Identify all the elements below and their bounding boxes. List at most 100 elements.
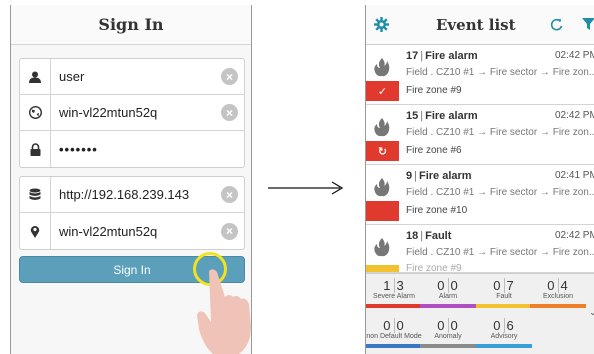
signin-title: Sign In [11, 5, 251, 45]
counter-value: 06 [476, 318, 532, 333]
counter-color-bar [476, 304, 532, 308]
counter-digit: 0 [491, 278, 505, 293]
counter-label: non Default Mode [366, 333, 422, 340]
check-icon: ✓ [377, 85, 388, 98]
counter-value: 13 [366, 278, 422, 293]
counter-color-bar [476, 344, 532, 348]
status-counter[interactable]: 00 Anomaly [420, 318, 476, 348]
counter-digit: 6 [506, 318, 515, 333]
counter-digit: 0 [435, 318, 449, 333]
event-list-header: Event list [366, 5, 594, 45]
counter-value: 07 [476, 278, 532, 293]
counter-label: Advisory [490, 333, 518, 340]
transition-arrow-icon [268, 181, 344, 195]
event-path: Field . CZ10 #1 → Fire sector → Fire zon… [406, 127, 594, 138]
event-row[interactable]: ✓ 17 | Fire alarm 02:42 PM Field . CZ10 #1… [366, 45, 594, 105]
event-number: 15 [406, 110, 419, 122]
counter-digit: 0 [435, 278, 449, 293]
status-counter[interactable]: 06 Advisory [476, 318, 532, 348]
counter-digit: 1 [381, 278, 395, 293]
domain-value[interactable]: win-vl22mtun52q [51, 105, 221, 120]
status-counter[interactable]: 04 Exclusion [530, 278, 586, 308]
event-time: 02:41 PM [555, 170, 594, 181]
counter-color-bar [530, 304, 586, 308]
reset-icon: ↻ [377, 145, 388, 158]
fire-icon [374, 58, 390, 77]
counter-color-bar [366, 344, 422, 348]
event-status-indicator[interactable]: ✓ [366, 81, 399, 101]
counter-digit: 0 [450, 278, 459, 293]
event-time: 02:42 PM [555, 110, 594, 121]
event-zone: Fire zone #9 [406, 263, 462, 273]
event-status-indicator[interactable] [366, 201, 399, 221]
counter-digit: 0 [396, 318, 405, 333]
event-number: 18 [406, 230, 419, 242]
refresh-icon[interactable] [550, 18, 563, 31]
event-zone: Fire zone #10 [406, 205, 468, 216]
credentials-group: user × win-vl22mtun52q × ••••••• [19, 58, 245, 168]
counter-label: Exclusion [543, 293, 573, 300]
clear-domain-icon[interactable]: × [221, 104, 238, 121]
counter-value: 04 [530, 278, 586, 293]
status-counter[interactable]: 00 non Default Mode [366, 318, 422, 348]
event-list-screen: Event list ✓ 17 | Fire alarm 02:42 PM Fiel… [365, 5, 594, 354]
counter-color-bar [420, 304, 476, 308]
counter-digit: 7 [506, 278, 515, 293]
counter-digit: 4 [560, 278, 569, 293]
counter-value: 00 [420, 278, 476, 293]
event-type: Fault [425, 230, 452, 242]
clear-username-icon[interactable]: × [221, 68, 238, 85]
fire-icon [374, 118, 390, 137]
counter-color-bar [366, 304, 422, 308]
pipe-separator: | [414, 170, 417, 182]
status-counter[interactable]: 00 Alarm [420, 278, 476, 308]
counter-color-bar [420, 344, 476, 348]
event-type: Fire alarm [425, 110, 478, 122]
location-value[interactable]: win-vl22mtun52q [51, 224, 221, 239]
username-field[interactable]: user × [20, 59, 244, 95]
event-zone: Fire zone #6 [406, 145, 462, 156]
counter-label: Fault [496, 293, 512, 300]
event-status-indicator[interactable]: ↻ [366, 141, 399, 161]
status-counter[interactable]: 13 Severe Alarm [366, 278, 422, 308]
server-url-value[interactable]: http://192.168.239.143 [51, 187, 221, 202]
filter-icon[interactable] [582, 18, 594, 31]
counter-label: Severe Alarm [372, 293, 416, 300]
status-counter[interactable]: 07 Fault [476, 278, 532, 308]
map-pin-icon [20, 225, 50, 238]
user-icon [20, 71, 50, 83]
server-group: http://192.168.239.143 × win-vl22mtun52q… [19, 176, 245, 250]
counter-digit: 0 [381, 318, 395, 333]
globe-icon [20, 106, 50, 119]
event-status-indicator[interactable] [366, 265, 399, 272]
username-value[interactable]: user [51, 69, 221, 84]
clear-location-icon[interactable]: × [221, 222, 238, 240]
signin-screen: Sign In user × win-vl22mtun52q × ••••••• [10, 5, 252, 354]
server-url-field[interactable]: http://192.168.239.143 × [20, 177, 244, 213]
event-row[interactable]: ↻ 15 | Fire alarm 02:42 PM Field . CZ10 #1… [366, 105, 594, 165]
gear-icon[interactable] [374, 17, 389, 32]
event-number: 17 [406, 50, 419, 62]
event-type: Fire alarm [418, 170, 472, 182]
chevron-down-icon[interactable]: ⌄ [589, 307, 594, 318]
password-value[interactable]: ••••••• [51, 142, 244, 157]
password-field[interactable]: ••••••• [20, 131, 244, 167]
counter-label: Alarm [438, 293, 458, 300]
event-time: 02:42 PM [555, 230, 594, 241]
lock-icon [20, 142, 50, 156]
counter-digit: 0 [450, 318, 459, 333]
event-list-title: Event list [436, 15, 516, 34]
fire-icon [374, 178, 390, 197]
event-row[interactable]: 9 | Fire alarm 02:41 PM Field . CZ10 #1 → … [366, 165, 594, 225]
event-type: Fire alarm [425, 50, 478, 62]
clear-server-icon[interactable]: × [221, 186, 238, 203]
event-time: 02:42 PM [555, 50, 594, 61]
domain-field[interactable]: win-vl22mtun52q × [20, 95, 244, 131]
fire-icon [374, 238, 390, 257]
location-field[interactable]: win-vl22mtun52q × [20, 213, 244, 249]
event-zone: Fire zone #9 [406, 85, 462, 96]
counter-digit: 0 [491, 318, 505, 333]
counter-panel: ⌄ 13 Severe Alarm 00 Alarm 07 Fault 04 E… [366, 273, 594, 354]
event-path: Field . CZ10 #1 → Fire sector → Fire zon… [406, 67, 594, 78]
event-row[interactable]: 18 | Fault 02:42 PM Field . CZ10 #1 → Fire… [366, 225, 594, 273]
